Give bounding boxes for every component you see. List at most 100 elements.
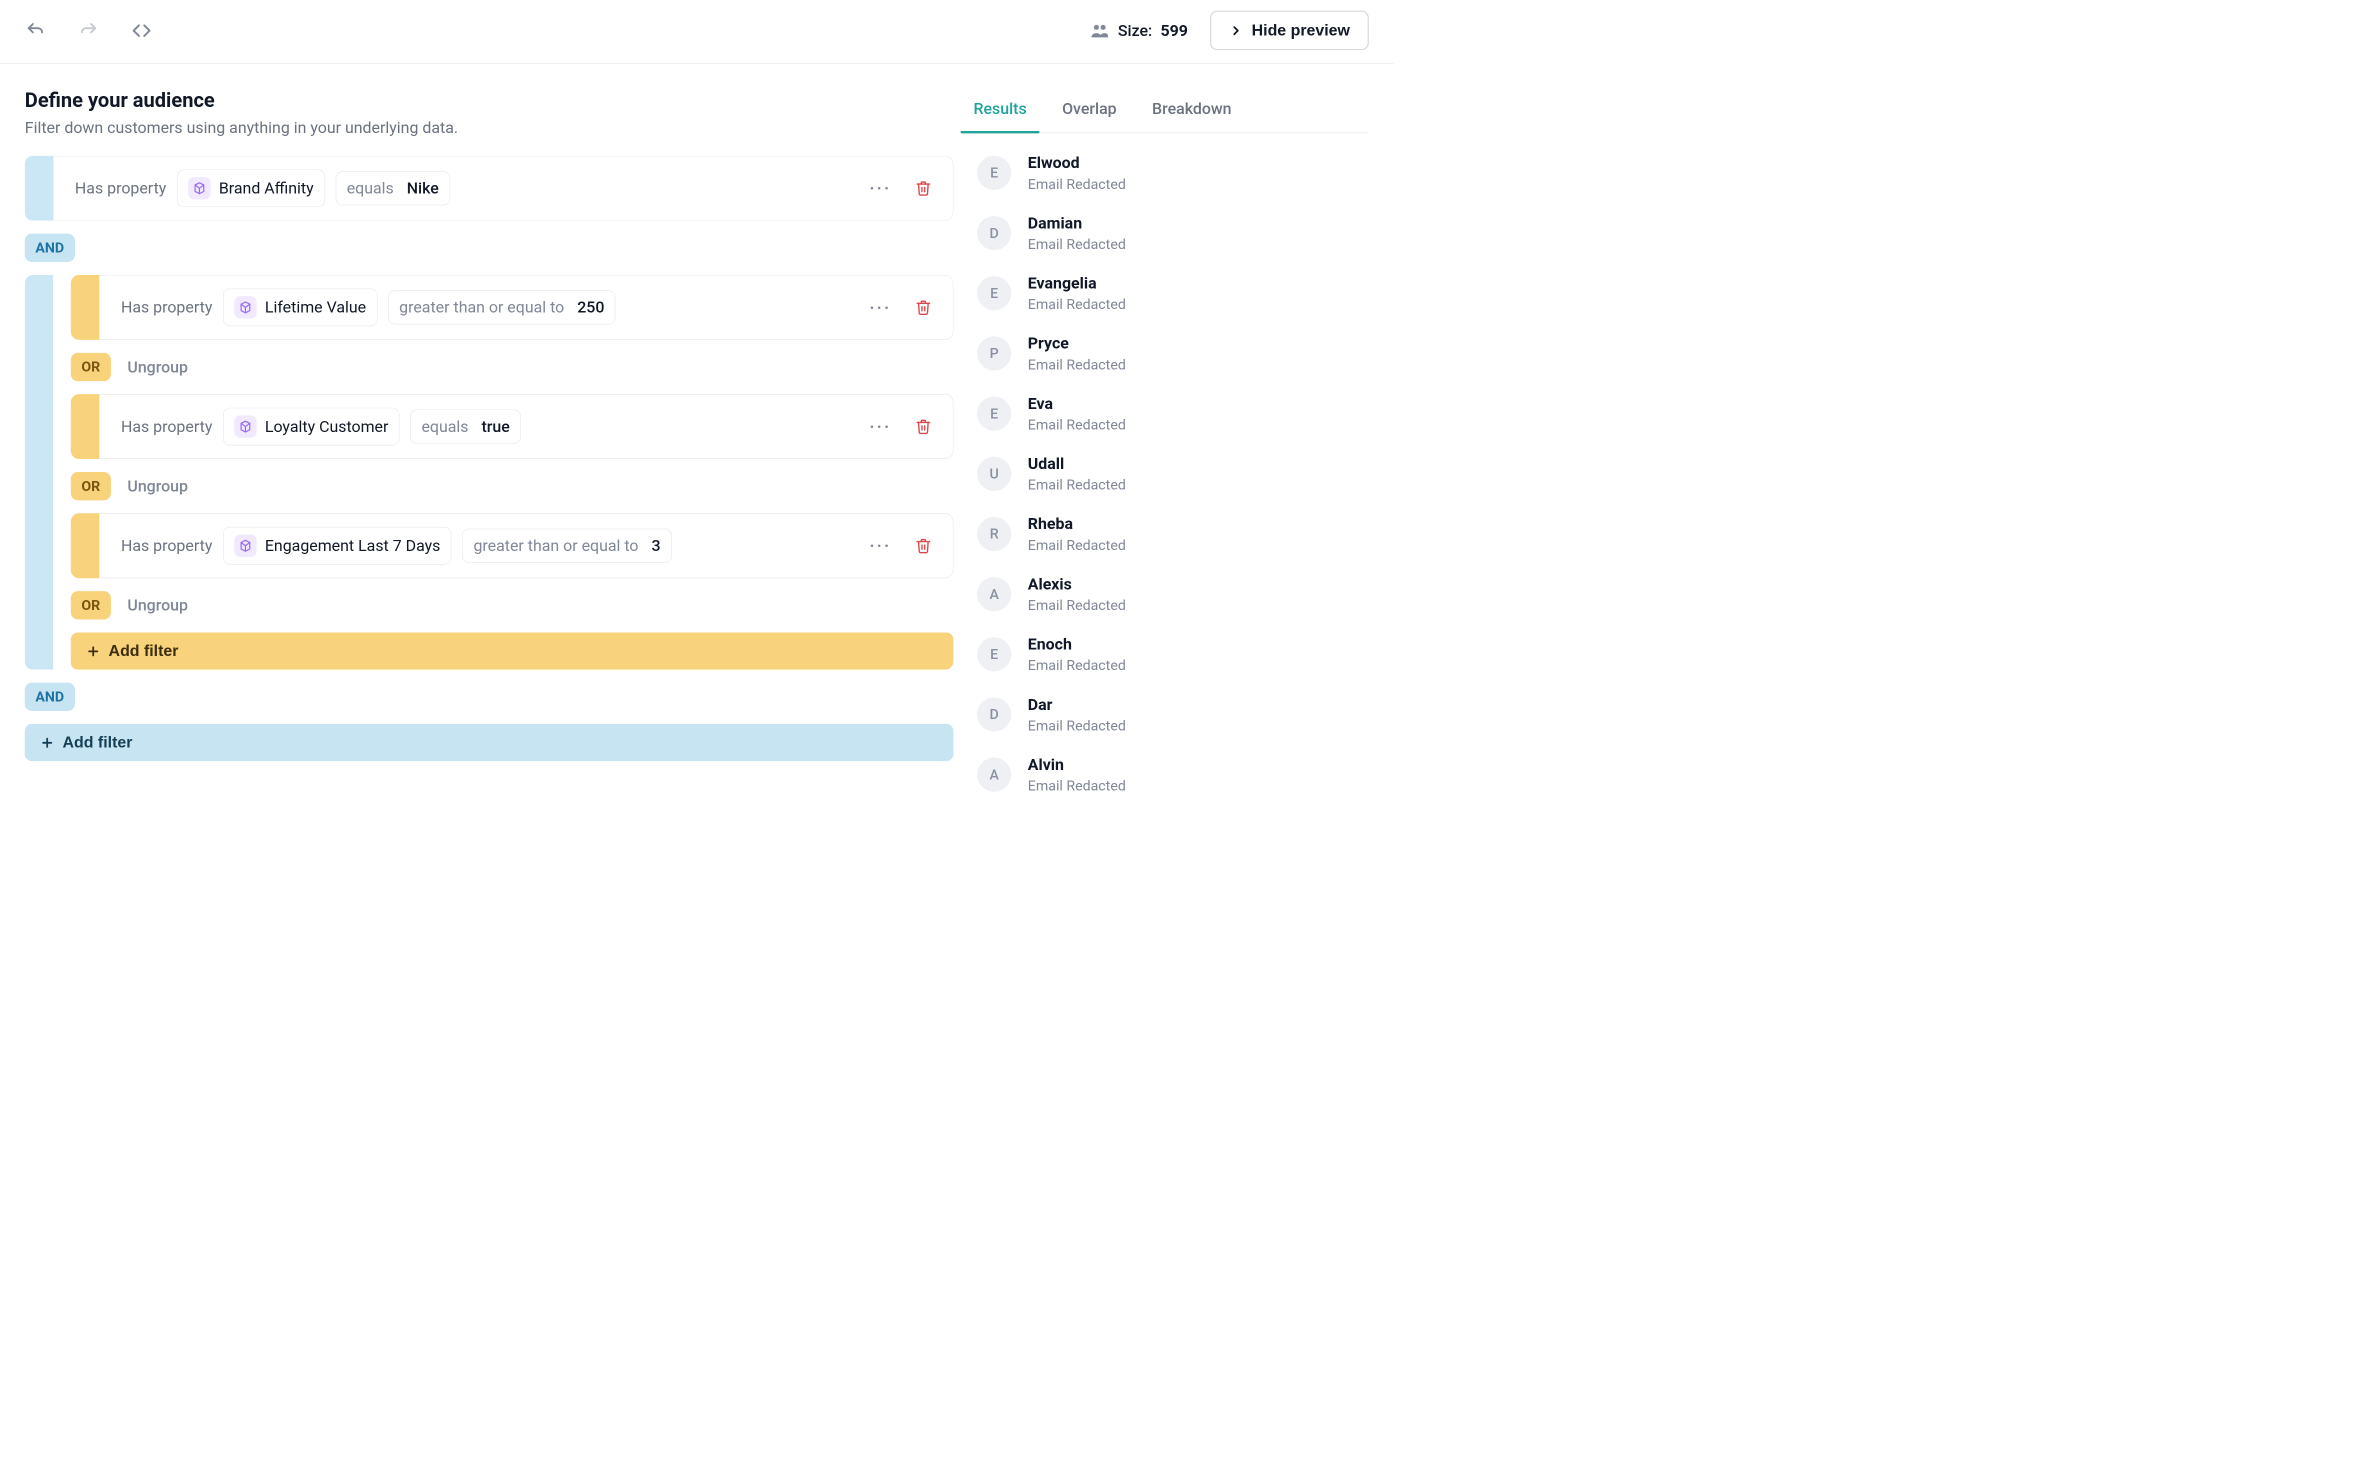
add-filter-and-button[interactable]: Add filter (25, 724, 954, 761)
result-sub: Email Redacted (1028, 597, 1126, 614)
result-sub: Email Redacted (1028, 717, 1126, 734)
result-item[interactable]: U Udall Email Redacted (977, 454, 1365, 493)
tab-results[interactable]: Results (973, 88, 1026, 132)
people-icon (1090, 20, 1110, 40)
ungroup-button[interactable]: Ungroup (127, 477, 188, 496)
result-item[interactable]: E Evangelia Email Redacted (977, 274, 1365, 313)
result-item[interactable]: D Dar Email Redacted (977, 695, 1365, 734)
result-name: Enoch (1028, 635, 1126, 654)
result-item[interactable]: E Elwood Email Redacted (977, 153, 1365, 192)
result-name: Udall (1028, 454, 1126, 473)
group-bar-icon (71, 275, 99, 340)
result-name: Damian (1028, 214, 1126, 233)
plus-icon (40, 735, 54, 749)
operator-text: equals (421, 417, 468, 436)
add-filter-label: Add filter (63, 733, 133, 751)
avatar: E (977, 637, 1011, 671)
undo-button[interactable] (25, 20, 46, 41)
cube-icon (234, 535, 256, 557)
more-menu-button[interactable]: ··· (869, 417, 891, 436)
property-name: Loyalty Customer (265, 417, 389, 436)
delete-button[interactable] (915, 299, 932, 316)
result-name: Alvin (1028, 755, 1126, 774)
condition-pill[interactable]: equals true (410, 409, 521, 443)
condition-pill[interactable]: equals Nike (335, 171, 449, 205)
property-name: Lifetime Value (265, 298, 366, 317)
audience-builder: Define your audience Filter down custome… (25, 88, 954, 888)
result-info: Evangelia Email Redacted (1028, 274, 1126, 313)
or-operator[interactable]: OR (71, 472, 111, 500)
result-item[interactable]: A Alexis Email Redacted (977, 575, 1365, 614)
group-bar-icon (71, 513, 99, 578)
delete-button[interactable] (915, 180, 932, 197)
plus-icon (86, 644, 100, 658)
filter-card[interactable]: Has property Loyalty Customer equals tru… (99, 394, 953, 459)
or-operator[interactable]: OR (71, 353, 111, 381)
property-pill[interactable]: Loyalty Customer (223, 408, 400, 446)
group-bar-icon (25, 156, 53, 221)
delete-button[interactable] (915, 418, 932, 435)
top-toolbar: Size: 599 Hide preview (0, 0, 1394, 64)
results-list[interactable]: E Elwood Email Redacted D Damian Email R… (973, 133, 1368, 888)
hide-preview-button[interactable]: Hide preview (1210, 11, 1368, 51)
tab-overlap[interactable]: Overlap (1062, 88, 1117, 132)
filter-card[interactable]: Has property Brand Affinity equals Nike (53, 156, 953, 221)
value-text: Nike (407, 179, 439, 198)
chevron-right-icon (1229, 23, 1243, 37)
avatar: E (977, 396, 1011, 430)
has-property-label: Has property (121, 298, 212, 317)
group-bar-icon (25, 275, 53, 670)
page-subtitle: Filter down customers using anything in … (25, 118, 954, 137)
filter-card[interactable]: Has property Lifetime Value greater than… (99, 275, 953, 340)
result-name: Eva (1028, 394, 1126, 413)
avatar: D (977, 697, 1011, 731)
result-info: Elwood Email Redacted (1028, 153, 1126, 192)
avatar: E (977, 276, 1011, 310)
property-pill[interactable]: Brand Affinity (177, 169, 325, 207)
more-menu-button[interactable]: ··· (869, 298, 891, 317)
size-label: Size: (1118, 21, 1152, 40)
result-info: Alexis Email Redacted (1028, 575, 1126, 614)
cube-icon (234, 296, 256, 318)
and-operator[interactable]: AND (25, 683, 75, 711)
more-menu-button[interactable]: ··· (869, 536, 891, 555)
avatar: R (977, 517, 1011, 551)
and-operator[interactable]: AND (25, 234, 75, 262)
result-sub: Email Redacted (1028, 778, 1126, 795)
size-value: 599 (1161, 21, 1188, 40)
page-title: Define your audience (25, 88, 954, 112)
delete-button[interactable] (915, 537, 932, 554)
result-item[interactable]: A Alvin Email Redacted (977, 755, 1365, 794)
has-property-label: Has property (75, 179, 166, 198)
result-info: Udall Email Redacted (1028, 454, 1126, 493)
result-item[interactable]: D Damian Email Redacted (977, 214, 1365, 253)
property-pill[interactable]: Engagement Last 7 Days (223, 527, 452, 565)
audience-size: Size: 599 (1090, 20, 1188, 40)
has-property-label: Has property (121, 417, 212, 436)
preview-tabs: Results Overlap Breakdown (973, 88, 1368, 133)
ungroup-button[interactable]: Ungroup (127, 358, 188, 377)
result-name: Pryce (1028, 334, 1126, 353)
result-info: Dar Email Redacted (1028, 695, 1126, 734)
result-item[interactable]: E Enoch Email Redacted (977, 635, 1365, 674)
result-info: Pryce Email Redacted (1028, 334, 1126, 373)
property-pill[interactable]: Lifetime Value (223, 289, 377, 327)
condition-pill[interactable]: greater than or equal to 250 (388, 290, 616, 324)
result-item[interactable]: E Eva Email Redacted (977, 394, 1365, 433)
tab-breakdown[interactable]: Breakdown (1152, 88, 1232, 132)
ungroup-button[interactable]: Ungroup (127, 596, 188, 615)
result-item[interactable]: P Pryce Email Redacted (977, 334, 1365, 373)
value-text: 3 (651, 536, 660, 555)
more-menu-button[interactable]: ··· (869, 178, 891, 197)
value-text: 250 (577, 298, 604, 317)
condition-pill[interactable]: greater than or equal to 3 (462, 529, 672, 563)
or-operator[interactable]: OR (71, 591, 111, 619)
avatar: A (977, 577, 1011, 611)
result-sub: Email Redacted (1028, 176, 1126, 193)
filter-card[interactable]: Has property Engagement Last 7 Days grea… (99, 513, 953, 578)
redo-button[interactable] (78, 20, 99, 41)
add-filter-or-button[interactable]: Add filter (71, 632, 954, 669)
result-item[interactable]: R Rheba Email Redacted (977, 514, 1365, 553)
code-button[interactable] (131, 20, 152, 41)
value-text: true (481, 417, 509, 436)
